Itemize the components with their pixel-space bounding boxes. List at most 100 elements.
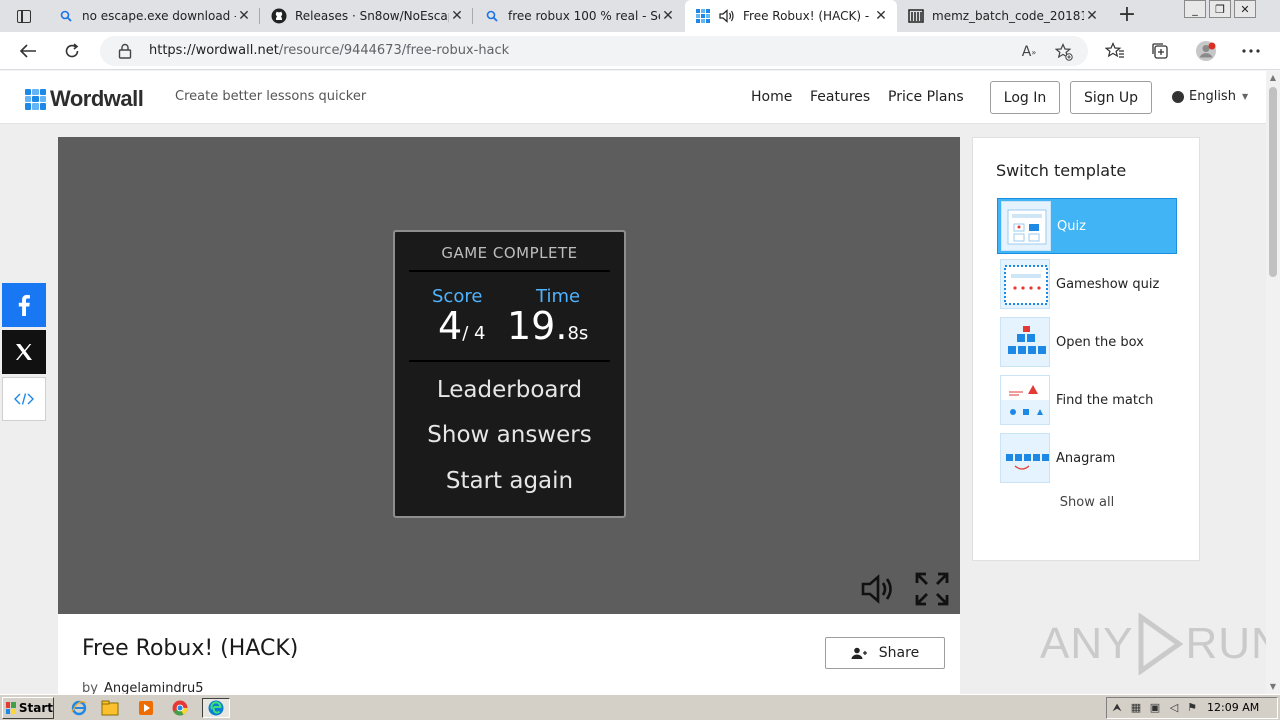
tab-title: memz_batch_code_201811 [932,9,1084,23]
nav-price-plans[interactable]: Price Plans [888,89,964,105]
volume-icon[interactable] [860,571,896,607]
tab-title: Releases · Sn8ow/NoEscape [295,9,449,23]
game-complete-panel: GAME COMPLETE Score Time 4/ 4 19.8s Lead… [393,230,626,518]
fullscreen-icon[interactable] [914,571,950,607]
signup-button[interactable]: Sign Up [1070,81,1152,114]
file-explorer-icon[interactable] [99,698,121,718]
tab-actions-menu-button[interactable] [8,5,40,27]
language-selector[interactable]: English ▼ [1172,89,1248,104]
template-find-the-match[interactable]: Find the match [997,372,1177,428]
template-open-the-box[interactable]: Open the box [997,314,1177,370]
chrome-icon[interactable] [169,698,191,718]
wordwall-logo[interactable]: Wordwall [25,86,144,112]
edge-taskbar-icon[interactable] [202,698,230,718]
template-label: Open the box [1056,334,1144,350]
share-label: Share [878,645,920,661]
x-logo-icon [16,344,32,360]
show-answers-button[interactable]: Show answers [395,422,624,448]
add-favorite-icon[interactable] [1055,43,1073,61]
taskbar-clock: 12:09 AM [1207,701,1260,714]
game-player[interactable]: GAME COMPLETE Score Time 4/ 4 19.8s Lead… [58,137,960,614]
template-quiz[interactable]: Quiz [997,198,1177,254]
caret-down-icon: ▼ [1241,92,1249,101]
login-button[interactable]: Log In [990,81,1060,114]
scrollbar-thumb[interactable] [1269,87,1277,277]
tray-expand-icon[interactable]: ⮝ [1110,701,1124,715]
template-gameshow-quiz[interactable]: Gameshow quiz [997,256,1177,312]
read-aloud-icon[interactable]: A» [1020,43,1038,61]
lock-icon[interactable] [118,43,132,59]
author-byline: by Angelamindru5 [82,681,204,694]
tab-close-icon[interactable]: ✕ [660,8,676,24]
network-icon[interactable]: ▣ [1148,701,1162,715]
tab-close-icon[interactable]: ✕ [236,8,252,24]
minimize-window-button[interactable]: _ [1184,0,1206,18]
leaderboard-button[interactable]: Leaderboard [395,377,624,403]
new-tab-button[interactable]: + [1115,4,1139,28]
activity-info: Free Robux! (HACK) by Angelamindru5 Share [58,614,960,694]
wordwall-mark-icon [25,88,46,110]
tab-github-releases[interactable]: Releases · Sn8ow/NoEscape ✕ [261,0,473,32]
favorites-icon[interactable] [1104,40,1126,62]
refresh-icon[interactable] [60,39,84,63]
embed-share-button[interactable] [2,377,46,421]
back-arrow-icon[interactable] [16,39,40,63]
divider [409,360,610,362]
scroll-down-arrow-icon[interactable]: ▼ [1266,680,1280,694]
system-tray: ⮝ ▦ ▣ ◁ ⚑ 12:09 AM [1106,697,1278,719]
site-header: Wordwall Create better lessons quicker H… [0,71,1266,124]
media-player-icon[interactable] [135,698,157,718]
collections-icon[interactable] [1149,40,1171,62]
url-host: https://wordwall.net [149,43,279,58]
x-share-button[interactable] [2,330,46,374]
tab-close-icon[interactable]: ✕ [1084,8,1100,24]
address-bar[interactable]: https://wordwall.net/resource/9444673/fr… [100,36,1088,66]
time-value: 19.8s [507,304,588,348]
tab-free-robux-wordwall[interactable]: Free Robux! (HACK) - Q ✕ [685,0,897,32]
activity-title: Free Robux! (HACK) [82,636,299,661]
template-anagram[interactable]: Anagram [997,430,1177,486]
more-options-icon[interactable] [1240,40,1262,62]
author-link[interactable]: Angelamindru5 [104,681,204,694]
start-again-button[interactable]: Start again [395,468,624,494]
volume-tray-icon[interactable]: ◁ [1167,701,1181,715]
embed-code-icon [14,393,34,405]
search-icon [58,8,74,24]
tab-memz-batch[interactable]: memz_batch_code_201811 ✕ [898,0,1108,32]
share-users-icon [851,647,867,659]
tab-no-escape-search[interactable]: no escape.exe download - S ✕ [48,0,260,32]
nav-home[interactable]: Home [751,89,792,105]
url-path: /resource/9444673/free-robux-hack [278,43,510,58]
page-scrollbar[interactable]: ▲ ▼ [1266,71,1280,694]
restore-window-button[interactable]: ❐ [1209,0,1231,18]
tab-title: Free Robux! (HACK) - Q [743,9,873,23]
nav-features[interactable]: Features [810,89,870,105]
start-button[interactable]: Start [2,697,54,719]
switch-template-panel: Switch template Quiz Gameshow quiz Open … [972,137,1200,561]
share-button[interactable]: Share [825,637,945,669]
search-icon [484,8,500,24]
score-total: / 4 [462,323,486,344]
tab-close-icon[interactable]: ✕ [449,8,465,24]
score-value: 4/ 4 [438,304,485,348]
by-label: by [82,681,98,694]
url-text[interactable]: https://wordwall.net/resource/9444673/fr… [149,43,509,58]
tab-free-robux-search[interactable]: free robux 100 % real - Searc ✕ [474,0,684,32]
facebook-share-button[interactable] [2,283,46,327]
tab-close-icon[interactable]: ✕ [873,8,889,24]
github-icon [271,8,287,24]
web-page: Wordwall Create better lessons quicker H… [0,71,1266,694]
archive-icon [908,8,924,24]
tray-app-icon[interactable]: ▦ [1129,701,1143,715]
scroll-up-arrow-icon[interactable]: ▲ [1266,71,1280,85]
score-number: 4 [438,304,463,348]
internet-explorer-icon[interactable] [68,698,90,718]
close-window-button[interactable]: ✕ [1234,0,1256,18]
tab-title: free robux 100 % real - Searc [508,9,660,23]
speaker-icon[interactable] [719,9,735,23]
open-the-box-thumbnail-icon [1000,317,1050,367]
action-center-flag-icon[interactable]: ⚑ [1185,701,1199,715]
show-all-templates-link[interactable]: Show all [973,495,1201,510]
game-complete-heading: GAME COMPLETE [441,244,578,262]
profile-avatar-icon[interactable] [1195,40,1217,62]
